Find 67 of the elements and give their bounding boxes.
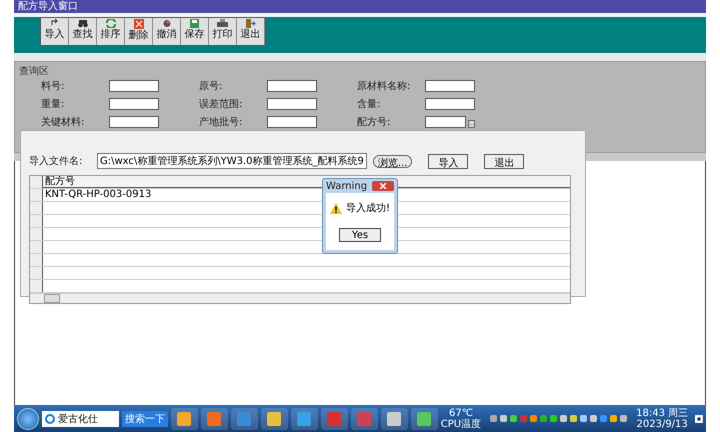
warning-icon bbox=[330, 202, 342, 214]
app-icon[interactable] bbox=[170, 408, 198, 430]
clock: 18:43 周三 2023/9/13 bbox=[636, 408, 688, 430]
file-path-field[interactable]: G:\wxc\称重管理系统系列\YW3.0称重管理系统_配料系统9 bbox=[97, 153, 367, 169]
input-field[interactable] bbox=[267, 80, 317, 92]
window-title: 配方导入窗口 bbox=[18, 0, 78, 13]
field-label: 关键材料: bbox=[41, 116, 86, 129]
toolbar-button[interactable]: 撤消 bbox=[153, 18, 181, 45]
toolbar-button[interactable]: 删除 bbox=[125, 18, 153, 45]
field-label: 料号: bbox=[41, 80, 66, 93]
app-icon[interactable] bbox=[410, 408, 438, 430]
close-button[interactable] bbox=[372, 181, 394, 191]
field-label: 重量: bbox=[41, 98, 66, 111]
table-cell-text: KNT-QR-HP-003-0913 bbox=[44, 189, 152, 201]
refresh-icon bbox=[106, 19, 116, 28]
group-title: 查询区 bbox=[19, 66, 49, 77]
row-header[interactable] bbox=[30, 215, 43, 227]
input-field[interactable] bbox=[109, 80, 159, 92]
search-button[interactable]: 搜索一下 bbox=[122, 410, 168, 426]
field-label: 原号: bbox=[199, 80, 224, 93]
row-header[interactable] bbox=[30, 254, 43, 266]
input-field[interactable] bbox=[267, 98, 317, 110]
dialog-button[interactable]: 导入 bbox=[428, 154, 468, 168]
browser-icon bbox=[45, 414, 55, 424]
field-label: 含量: bbox=[357, 98, 382, 111]
address-field[interactable]: 爱古化仕 bbox=[42, 410, 119, 426]
dialog-button[interactable]: 退出 bbox=[484, 154, 524, 168]
app-icon[interactable] bbox=[380, 408, 408, 430]
input-field[interactable] bbox=[425, 98, 475, 110]
dialog-title: Warning bbox=[326, 180, 368, 192]
row-header[interactable] bbox=[30, 202, 43, 214]
start-button[interactable] bbox=[17, 408, 39, 430]
binoculars-icon bbox=[78, 19, 88, 28]
input-field[interactable] bbox=[267, 116, 317, 128]
close-icon bbox=[380, 183, 386, 189]
toolbar-button[interactable]: 保存 bbox=[181, 18, 209, 45]
yes-button[interactable]: Yes bbox=[339, 228, 381, 242]
file-name-label: 导入文件名: bbox=[29, 154, 84, 168]
field-label: 产地批号: bbox=[199, 116, 244, 129]
input-field[interactable] bbox=[425, 80, 475, 92]
toolbar-button[interactable]: 查找 bbox=[69, 18, 97, 45]
field-label: 原材料名称: bbox=[357, 80, 412, 93]
row-header[interactable] bbox=[30, 228, 43, 240]
toolbar-button[interactable]: 导入 bbox=[41, 18, 69, 45]
row-header[interactable] bbox=[30, 280, 43, 292]
toolbar-button[interactable]: 退出 bbox=[237, 18, 265, 45]
app-icon[interactable] bbox=[260, 408, 288, 430]
row-header[interactable] bbox=[30, 189, 43, 201]
input-field[interactable] bbox=[109, 116, 159, 128]
browse-button[interactable]: 浏览... bbox=[372, 154, 412, 168]
row-header[interactable] bbox=[30, 241, 43, 253]
horizontal-scrollbar[interactable] bbox=[30, 293, 570, 303]
input-field[interactable] bbox=[109, 98, 159, 110]
save-icon bbox=[190, 19, 199, 28]
arrow-icon bbox=[50, 19, 60, 28]
delete-icon bbox=[134, 19, 144, 29]
toolbar-button[interactable]: 排序 bbox=[97, 18, 125, 45]
row-header[interactable] bbox=[30, 267, 43, 279]
field-label: 配方号: bbox=[357, 116, 392, 129]
input-field[interactable] bbox=[425, 116, 466, 128]
exit-door-icon bbox=[246, 19, 256, 28]
warning-message: 导入成功! bbox=[346, 202, 390, 216]
address-text: 爱古化仕 bbox=[58, 412, 98, 426]
toolbar-button[interactable]: 打印 bbox=[209, 18, 237, 45]
field-label: 误差范围: bbox=[199, 98, 244, 111]
cpu-temperature: 67℃ CPU温度 bbox=[440, 408, 482, 430]
show-desktop-icon[interactable] bbox=[695, 414, 703, 424]
